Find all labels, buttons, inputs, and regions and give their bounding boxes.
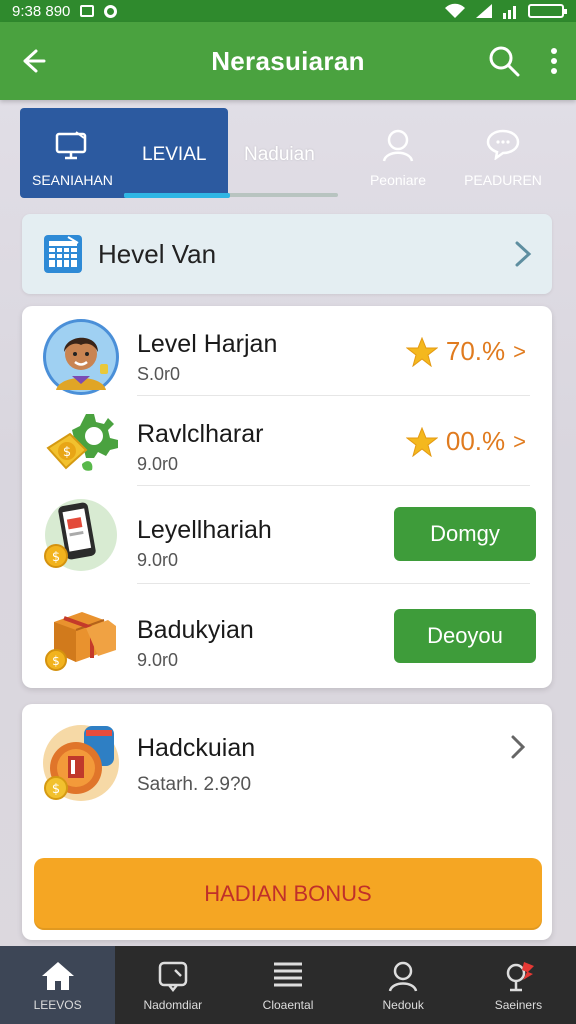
bonus-card-subtitle: Satarh. 2.9?0: [137, 774, 252, 795]
chat-bubble-icon: [486, 129, 520, 160]
status-bar: 9:38 890: [0, 0, 576, 22]
coin-jar-icon: $: [43, 725, 119, 801]
list-item-value: 9.0r0: [137, 454, 179, 474]
tab-level-sublabel: SEANIAHAN: [32, 172, 113, 188]
calculator-icon: [44, 235, 82, 273]
nav-item-saeiners[interactable]: Saeiners: [461, 946, 576, 1024]
search-button[interactable]: [488, 45, 520, 77]
bonus-card: $ Hadckuian Satarh. 2.9?0 HADIAN BONUS: [22, 704, 552, 940]
wifi-icon: [445, 3, 465, 18]
tab-indicator: [124, 193, 230, 198]
user-icon: [382, 129, 414, 162]
star-icon: [405, 336, 438, 367]
more-options-button[interactable]: [550, 47, 558, 75]
reward-percent: 70.%: [445, 336, 506, 366]
nav-item-leevos[interactable]: LEEVOS: [0, 946, 116, 1024]
list-item-name: Ravlclharar: [137, 420, 264, 448]
list-item: Level Harjan S.0r0 70.% >: [22, 306, 552, 396]
tab-peoniare[interactable]: Peoniare: [346, 108, 450, 198]
svg-text:$: $: [52, 654, 60, 668]
tab-level-label: LEVIAL: [142, 144, 207, 165]
tab-naduian-label: Naduian: [244, 144, 315, 165]
list-item-name: Badukyian: [137, 616, 254, 644]
tab-level[interactable]: LEVIAL SEANIAHAN: [20, 108, 228, 198]
nav-item-label: Cloaental: [262, 998, 314, 1012]
tab-bar: LEVIAL SEANIAHAN Naduian Peoniare PEADUR…: [20, 108, 556, 200]
svg-text:$: $: [63, 445, 71, 460]
hevel-van-row[interactable]: Hevel Van: [22, 214, 552, 294]
avatar: [43, 319, 119, 395]
nav-item-label: LEEVOS: [33, 998, 82, 1012]
phone-icon: $: [44, 499, 117, 571]
search-icon: [489, 46, 520, 77]
tab-peoniare-label: Peoniare: [369, 172, 427, 188]
arrow-left-icon: [23, 49, 46, 73]
claim-button[interactable]: Deoyou: [394, 609, 536, 663]
message-icon: [158, 961, 188, 992]
menu-lines-icon: [274, 962, 302, 987]
location-pin-icon: [507, 962, 535, 992]
list-item-name: Level Harjan: [137, 330, 278, 358]
battery-icon: [528, 4, 567, 18]
tab-peaduren-label: PEADUREN: [464, 172, 542, 188]
notification-icon: [80, 5, 95, 17]
monitor-icon: [55, 131, 87, 160]
chevron-right-icon: >: [513, 338, 526, 364]
divider: [137, 583, 530, 584]
status-time: 9:38 890: [12, 2, 71, 20]
reward-link[interactable]: 00.% >: [405, 426, 526, 457]
nav-item-label: Nadomdiar: [143, 998, 203, 1012]
tab-peaduren[interactable]: PEADUREN: [450, 108, 556, 198]
list-item: $ Ravlclharar 9.0r0 00.% >: [22, 396, 552, 486]
nav-item-nadomdiar[interactable]: Nadomdiar: [115, 946, 230, 1024]
list-item: $ Leyellhariah 9.0r0 Domgy: [22, 492, 552, 584]
reward-link[interactable]: 70.% >: [405, 336, 526, 367]
home-icon: [41, 962, 74, 990]
chevron-right-icon: >: [513, 428, 526, 454]
gift-boxes-icon: $: [45, 612, 116, 671]
coins-gear-icon: $: [46, 414, 118, 471]
list-item: $ Badukyian 9.0r0 Deoyou: [22, 592, 552, 684]
nav-item-label: Saeiners: [494, 998, 543, 1012]
list-item-name: Leyellhariah: [137, 516, 272, 544]
claim-button[interactable]: Domgy: [394, 507, 536, 561]
app-bar: Nerasuiaran: [0, 22, 576, 100]
tab-naduian[interactable]: Naduian: [228, 108, 346, 198]
bottom-navigation: LEEVOS Nadomdiar Cloaental Nedouk Saeine…: [0, 946, 576, 1024]
cell-bars-icon: [503, 6, 516, 19]
reward-percent: 00.%: [445, 426, 506, 456]
chevron-right-icon: [511, 735, 526, 759]
nav-item-nedouk[interactable]: Nedouk: [346, 946, 461, 1024]
bonus-card-open-button[interactable]: [510, 734, 526, 765]
hevel-van-title: Hevel Van: [98, 238, 217, 269]
list-item-value: S.0r0: [137, 364, 181, 384]
more-vertical-icon: [551, 48, 557, 74]
svg-text:$: $: [52, 550, 60, 565]
svg-text:$: $: [52, 782, 60, 797]
sync-icon: [104, 4, 118, 18]
star-icon: [405, 426, 438, 457]
hadian-bonus-button[interactable]: HADIAN BONUS: [34, 858, 542, 930]
nav-item-cloaental[interactable]: Cloaental: [230, 946, 345, 1024]
level-list: Level Harjan S.0r0 70.% > $ Ravlclharar …: [22, 306, 552, 688]
chevron-right-icon: [515, 241, 532, 267]
back-button[interactable]: [18, 47, 46, 75]
divider: [137, 485, 530, 486]
list-item-value: 9.0r0: [137, 650, 179, 670]
signal-icon: [476, 4, 492, 18]
nav-item-label: Nedouk: [382, 998, 424, 1012]
user-icon: [388, 961, 418, 992]
bonus-card-title: Hadckuian: [137, 734, 256, 762]
list-item-value: 9.0r0: [137, 550, 179, 570]
